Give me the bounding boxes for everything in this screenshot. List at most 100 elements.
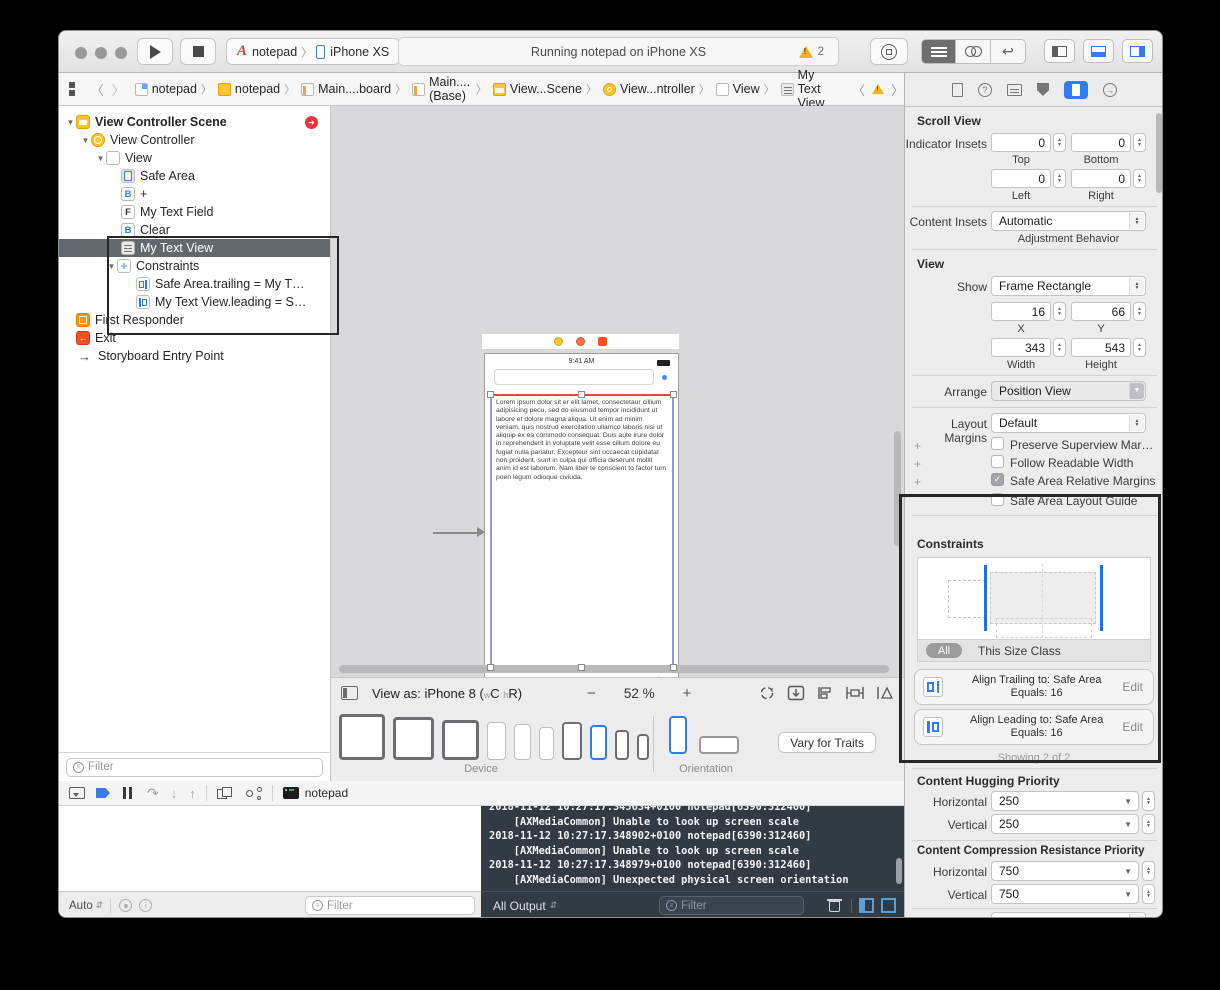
editor-mode-control[interactable]: ↩ — [921, 39, 1026, 64]
variables-view[interactable] — [59, 806, 481, 891]
inset-right-field[interactable]: 0 — [1071, 169, 1131, 188]
output-scope-select[interactable]: All Output — [493, 899, 546, 913]
identity-inspector-tab[interactable] — [1007, 84, 1022, 96]
console-scrollbar[interactable] — [896, 858, 902, 884]
stepper[interactable]: ▲▼ — [1142, 884, 1155, 904]
resolve-issues-icon[interactable] — [876, 685, 894, 701]
breakpoints-toggle-icon[interactable] — [96, 788, 110, 798]
stepper[interactable]: ▲▼ — [1133, 302, 1146, 321]
vertical-scrollbar[interactable] — [894, 431, 901, 546]
hide-debug-area-icon[interactable] — [69, 787, 85, 799]
device-bar-toggle-icon[interactable] — [341, 686, 358, 700]
preserve-superview-checkbox[interactable] — [991, 437, 1004, 450]
trailing-constraint-line[interactable] — [1100, 565, 1103, 631]
compression-horizontal-combo[interactable]: 750▼ — [991, 861, 1139, 881]
activity-viewer[interactable]: Running notepad on iPhone XS 2 — [398, 37, 839, 66]
y-field[interactable]: 66 — [1071, 302, 1131, 321]
arrange-popup[interactable]: Position View▼ — [991, 381, 1146, 401]
view-as-label[interactable]: View as: iPhone 8 (wC hR) — [372, 686, 522, 701]
first-responder-dock-icon[interactable] — [576, 337, 585, 346]
run-button[interactable] — [137, 38, 173, 65]
inset-bottom-field[interactable]: 0 — [1071, 133, 1131, 152]
x-field[interactable]: 16 — [991, 302, 1051, 321]
outline-row[interactable]: My Text View.leading = S… — [59, 293, 330, 311]
stepper[interactable]: ▲▼ — [1053, 133, 1066, 152]
toggle-navigator-button[interactable] — [1044, 39, 1075, 63]
console-filter-field[interactable]: ≡Filter — [659, 896, 804, 915]
memory-graph-icon[interactable] — [246, 787, 262, 800]
outline-row[interactable]: Safe Area — [59, 167, 330, 185]
stepper[interactable]: ▲▼ — [1053, 169, 1066, 188]
edit-constraint-button[interactable]: Edit — [1122, 720, 1143, 734]
stepper[interactable]: ▲▼ — [1053, 302, 1066, 321]
outline-row[interactable]: ▼Constraints — [59, 257, 330, 275]
inset-left-field[interactable]: 0 — [991, 169, 1051, 188]
resize-handle[interactable] — [487, 664, 494, 671]
scheme-selector[interactable]: A notepad 〉 iPhone XS — [226, 38, 400, 65]
quicklook-icon[interactable] — [119, 899, 132, 912]
issues-badge[interactable]: 2 — [799, 46, 824, 58]
resize-handle[interactable] — [487, 391, 494, 398]
horizontal-scrollbar[interactable] — [339, 665, 889, 673]
constraint-row[interactable]: Align Trailing to: Safe AreaEquals: 16 E… — [914, 669, 1154, 705]
device-iphone-8-plus[interactable] — [562, 722, 582, 760]
all-size-class-button[interactable]: All — [926, 643, 962, 658]
edit-constraint-button[interactable]: Edit — [1122, 680, 1143, 694]
outline-row[interactable]: ▼View Controller Scene➔ — [59, 113, 330, 131]
console-output[interactable]: 2018-11-12 10:27:17.345634+0100 notepad[… — [481, 806, 904, 891]
zoom-out-button[interactable]: − — [587, 685, 596, 702]
outline-row[interactable]: ▼View Controller — [59, 131, 330, 149]
prev-issue-button[interactable]: 〈 — [852, 80, 865, 99]
pause-icon[interactable] — [123, 787, 132, 799]
process-name[interactable]: notepad — [305, 786, 348, 800]
standard-editor-button[interactable] — [921, 39, 956, 64]
safe-area-margins-checkbox[interactable]: ✓ — [991, 473, 1004, 486]
outline-row[interactable]: ▼View — [59, 149, 330, 167]
device-preview[interactable]: 9:41 AM Lorem ipsum dolor sit er elit la… — [484, 353, 679, 677]
width-field[interactable]: 343 — [991, 338, 1051, 357]
close-window-icon[interactable] — [75, 47, 87, 59]
device-ipad[interactable] — [442, 720, 479, 760]
inset-top-field[interactable]: 0 — [991, 133, 1051, 152]
step-out-icon[interactable]: ↑ — [189, 786, 196, 801]
align-icon[interactable] — [816, 685, 834, 701]
inspector-scrollbar[interactable] — [1156, 113, 1162, 193]
outline-row[interactable]: BClear — [59, 221, 330, 239]
storyboard-entry-arrow[interactable] — [433, 532, 483, 534]
stop-button[interactable] — [180, 38, 216, 65]
text-field-preview[interactable] — [494, 369, 654, 385]
outline-row[interactable]: B+ — [59, 185, 330, 203]
clear-console-icon[interactable] — [829, 899, 840, 912]
back-button[interactable]: 〈 — [91, 80, 104, 99]
orientation-portrait-selected[interactable] — [669, 716, 687, 754]
compression-vertical-combo[interactable]: 750▼ — [991, 884, 1139, 904]
device-iphone-4s[interactable] — [637, 734, 649, 760]
outline-row[interactable]: First Responder — [59, 311, 330, 329]
info-icon[interactable]: i — [139, 899, 152, 912]
related-items-icon[interactable] — [69, 82, 77, 96]
file-inspector-tab[interactable] — [952, 83, 963, 97]
toggle-inspector-button[interactable] — [1122, 39, 1153, 63]
update-frames-icon[interactable] — [758, 685, 776, 701]
device-ipad-large[interactable] — [339, 714, 385, 760]
stepper[interactable]: ▲▼ — [1142, 791, 1155, 811]
hugging-horizontal-combo[interactable]: 250▼ — [991, 791, 1139, 811]
toggle-console-pane-icon[interactable] — [881, 898, 896, 913]
stepper[interactable]: ▲▼ — [1133, 338, 1146, 357]
stepper[interactable]: ▲▼ — [1142, 814, 1155, 834]
stepper[interactable]: ▲▼ — [1133, 169, 1146, 188]
show-popup[interactable]: Frame Rectangle▲▼ — [991, 276, 1146, 296]
toggle-variables-pane-icon[interactable] — [859, 898, 874, 913]
content-insets-popup[interactable]: Automatic▲▼ — [991, 211, 1146, 231]
toggle-debug-area-button[interactable] — [1083, 39, 1114, 63]
outline-row-selected[interactable]: My Text View — [59, 239, 330, 257]
size-inspector-tab-selected[interactable] — [1064, 81, 1088, 99]
outline-row[interactable]: ←Exit — [59, 329, 330, 347]
stepper[interactable]: ▲▼ — [1053, 338, 1066, 357]
breadcrumb-text-view[interactable]: My Text View — [798, 68, 838, 110]
assistant-editor-button[interactable] — [956, 39, 991, 64]
attributes-inspector-tab[interactable] — [1037, 83, 1049, 96]
view-controller-dock-icon[interactable] — [554, 337, 563, 346]
orientation-landscape[interactable] — [699, 736, 739, 754]
view-debugger-icon[interactable] — [217, 787, 232, 800]
